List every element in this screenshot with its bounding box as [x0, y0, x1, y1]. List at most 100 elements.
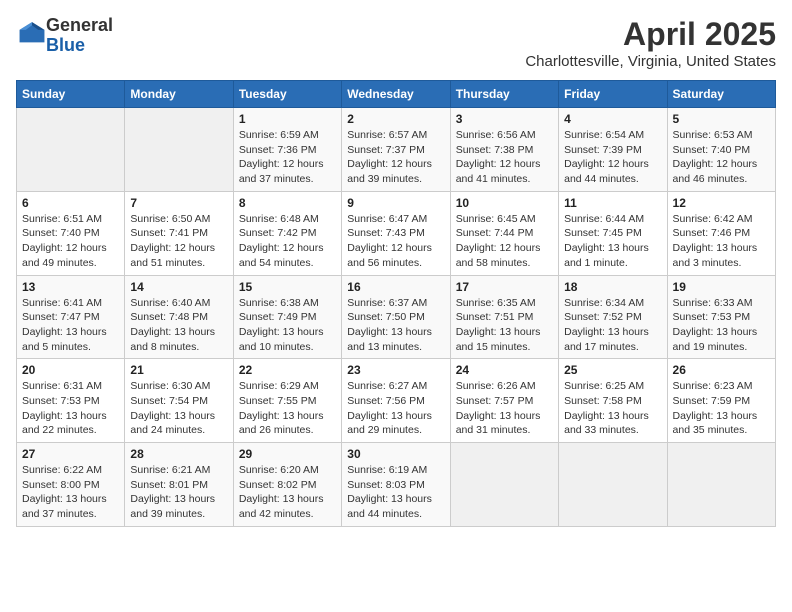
calendar-cell: 5Sunrise: 6:53 AMSunset: 7:40 PMDaylight… — [667, 108, 775, 192]
calendar-cell: 6 Sunrise: 6:51 AMSunset: 7:40 PMDaylight… — [17, 191, 125, 275]
day-info: Sunrise: 6:41 AMSunset: 7:47 PMDaylight:… — [22, 296, 119, 355]
day-header-friday: Friday — [559, 81, 667, 108]
calendar-cell: 3 Sunrise: 6:56 AMSunset: 7:38 PMDaylight… — [450, 108, 558, 192]
day-number: 9 — [347, 196, 444, 210]
calendar-cell: 11 Sunrise: 6:44 AMSunset: 7:45 PMDayligh… — [559, 191, 667, 275]
calendar-cell: 22Sunrise: 6:29 AMSunset: 7:55 PMDayligh… — [233, 359, 341, 443]
day-info: Sunrise: 6:37 AMSunset: 7:50 PMDaylight:… — [347, 296, 444, 355]
calendar-cell: 8 Sunrise: 6:48 AMSunset: 7:42 PMDaylight… — [233, 191, 341, 275]
day-number: 28 — [130, 447, 227, 461]
calendar-week-row: 1Sunrise: 6:59 AMSunset: 7:36 PMDaylight… — [17, 108, 776, 192]
calendar-cell: 20Sunrise: 6:31 AMSunset: 7:53 PMDayligh… — [17, 359, 125, 443]
calendar-cell: 9 Sunrise: 6:47 AMSunset: 7:43 PMDaylight… — [342, 191, 450, 275]
calendar-cell — [125, 108, 233, 192]
day-number: 22 — [239, 363, 336, 377]
day-info: Sunrise: 6:38 AMSunset: 7:49 PMDaylight:… — [239, 296, 336, 355]
day-info: Sunrise: 6:23 AMSunset: 7:59 PMDaylight:… — [673, 379, 770, 438]
calendar-cell: 28 Sunrise: 6:21 AMSunset: 8:01 PMDayligh… — [125, 443, 233, 527]
calendar-cell: 14 Sunrise: 6:40 AMSunset: 7:48 PMDayligh… — [125, 275, 233, 359]
day-header-tuesday: Tuesday — [233, 81, 341, 108]
day-info: Sunrise: 6:48 AMSunset: 7:42 PMDaylight:… — [239, 212, 336, 271]
calendar-cell: 16Sunrise: 6:37 AMSunset: 7:50 PMDayligh… — [342, 275, 450, 359]
logo-text: General Blue — [46, 16, 113, 56]
day-number: 8 — [239, 196, 336, 210]
day-number: 24 — [456, 363, 553, 377]
day-number: 11 — [564, 196, 661, 210]
day-info: Sunrise: 6:40 AMSunset: 7:48 PMDaylight:… — [130, 296, 227, 355]
day-number: 15 — [239, 280, 336, 294]
day-info: Sunrise: 6:27 AMSunset: 7:56 PMDaylight:… — [347, 379, 444, 438]
day-info: Sunrise: 6:21 AMSunset: 8:01 PMDaylight:… — [130, 463, 227, 522]
calendar-cell: 24 Sunrise: 6:26 AMSunset: 7:57 PMDayligh… — [450, 359, 558, 443]
calendar-cell: 26 Sunrise: 6:23 AMSunset: 7:59 PMDayligh… — [667, 359, 775, 443]
day-number: 6 — [22, 196, 119, 210]
calendar-cell: 30 Sunrise: 6:19 AMSunset: 8:03 PMDayligh… — [342, 443, 450, 527]
day-info: Sunrise: 6:20 AMSunset: 8:02 PMDaylight:… — [239, 463, 336, 522]
day-info: Sunrise: 6:42 AMSunset: 7:46 PMDaylight:… — [673, 212, 770, 271]
day-number: 1 — [239, 112, 336, 126]
day-info: Sunrise: 6:47 AMSunset: 7:43 PMDaylight:… — [347, 212, 444, 271]
calendar-cell: 21Sunrise: 6:30 AMSunset: 7:54 PMDayligh… — [125, 359, 233, 443]
day-info: Sunrise: 6:19 AMSunset: 8:03 PMDaylight:… — [347, 463, 444, 522]
day-header-saturday: Saturday — [667, 81, 775, 108]
day-info: Sunrise: 6:56 AMSunset: 7:38 PMDaylight:… — [456, 128, 553, 187]
calendar-cell — [17, 108, 125, 192]
page-header: General Blue April 2025 Charlottesville,… — [16, 16, 776, 70]
day-info: Sunrise: 6:25 AMSunset: 7:58 PMDaylight:… — [564, 379, 661, 438]
calendar-cell: 17 Sunrise: 6:35 AMSunset: 7:51 PMDayligh… — [450, 275, 558, 359]
day-number: 23 — [347, 363, 444, 377]
day-info: Sunrise: 6:53 AMSunset: 7:40 PMDaylight:… — [673, 128, 770, 187]
calendar-cell: 13 Sunrise: 6:41 AMSunset: 7:47 PMDayligh… — [17, 275, 125, 359]
day-info: Sunrise: 6:45 AMSunset: 7:44 PMDaylight:… — [456, 212, 553, 271]
calendar-cell: 10 Sunrise: 6:45 AMSunset: 7:44 PMDayligh… — [450, 191, 558, 275]
day-number: 14 — [130, 280, 227, 294]
day-info: Sunrise: 6:31 AMSunset: 7:53 PMDaylight:… — [22, 379, 119, 438]
day-info: Sunrise: 6:22 AMSunset: 8:00 PMDaylight:… — [22, 463, 119, 522]
day-number: 27 — [22, 447, 119, 461]
calendar-header-row: SundayMondayTuesdayWednesdayThursdayFrid… — [17, 81, 776, 108]
calendar-week-row: 6 Sunrise: 6:51 AMSunset: 7:40 PMDaylight… — [17, 191, 776, 275]
day-info: Sunrise: 6:51 AMSunset: 7:40 PMDaylight:… — [22, 212, 119, 271]
day-info: Sunrise: 6:54 AMSunset: 7:39 PMDaylight:… — [564, 128, 661, 187]
title-block: April 2025 Charlottesville, Virginia, Un… — [525, 16, 776, 70]
day-info: Sunrise: 6:30 AMSunset: 7:54 PMDaylight:… — [130, 379, 227, 438]
day-number: 25 — [564, 363, 661, 377]
day-info: Sunrise: 6:35 AMSunset: 7:51 PMDaylight:… — [456, 296, 553, 355]
day-number: 3 — [456, 112, 553, 126]
logo-general: General — [46, 16, 113, 36]
day-number: 30 — [347, 447, 444, 461]
day-info: Sunrise: 6:50 AMSunset: 7:41 PMDaylight:… — [130, 212, 227, 271]
calendar-cell: 2 Sunrise: 6:57 AMSunset: 7:37 PMDaylight… — [342, 108, 450, 192]
page-title: April 2025 — [525, 16, 776, 53]
day-info: Sunrise: 6:57 AMSunset: 7:37 PMDaylight:… — [347, 128, 444, 187]
calendar-week-row: 13 Sunrise: 6:41 AMSunset: 7:47 PMDayligh… — [17, 275, 776, 359]
day-number: 2 — [347, 112, 444, 126]
calendar-cell: 19Sunrise: 6:33 AMSunset: 7:53 PMDayligh… — [667, 275, 775, 359]
calendar-cell: 15 Sunrise: 6:38 AMSunset: 7:49 PMDayligh… — [233, 275, 341, 359]
calendar-cell — [450, 443, 558, 527]
calendar-table: SundayMondayTuesdayWednesdayThursdayFrid… — [16, 80, 776, 527]
day-header-sunday: Sunday — [17, 81, 125, 108]
calendar-cell: 12 Sunrise: 6:42 AMSunset: 7:46 PMDayligh… — [667, 191, 775, 275]
day-header-wednesday: Wednesday — [342, 81, 450, 108]
day-number: 12 — [673, 196, 770, 210]
day-number: 10 — [456, 196, 553, 210]
day-number: 7 — [130, 196, 227, 210]
logo-icon — [18, 19, 46, 47]
day-number: 26 — [673, 363, 770, 377]
page-subtitle: Charlottesville, Virginia, United States — [525, 53, 776, 70]
day-number: 29 — [239, 447, 336, 461]
logo-blue: Blue — [46, 36, 113, 56]
calendar-week-row: 27 Sunrise: 6:22 AMSunset: 8:00 PMDayligh… — [17, 443, 776, 527]
calendar-week-row: 20Sunrise: 6:31 AMSunset: 7:53 PMDayligh… — [17, 359, 776, 443]
day-info: Sunrise: 6:34 AMSunset: 7:52 PMDaylight:… — [564, 296, 661, 355]
calendar-cell — [667, 443, 775, 527]
day-info: Sunrise: 6:33 AMSunset: 7:53 PMDaylight:… — [673, 296, 770, 355]
day-number: 4 — [564, 112, 661, 126]
day-number: 13 — [22, 280, 119, 294]
day-info: Sunrise: 6:44 AMSunset: 7:45 PMDaylight:… — [564, 212, 661, 271]
day-info: Sunrise: 6:26 AMSunset: 7:57 PMDaylight:… — [456, 379, 553, 438]
calendar-cell: 23 Sunrise: 6:27 AMSunset: 7:56 PMDayligh… — [342, 359, 450, 443]
calendar-cell: 1Sunrise: 6:59 AMSunset: 7:36 PMDaylight… — [233, 108, 341, 192]
day-number: 17 — [456, 280, 553, 294]
